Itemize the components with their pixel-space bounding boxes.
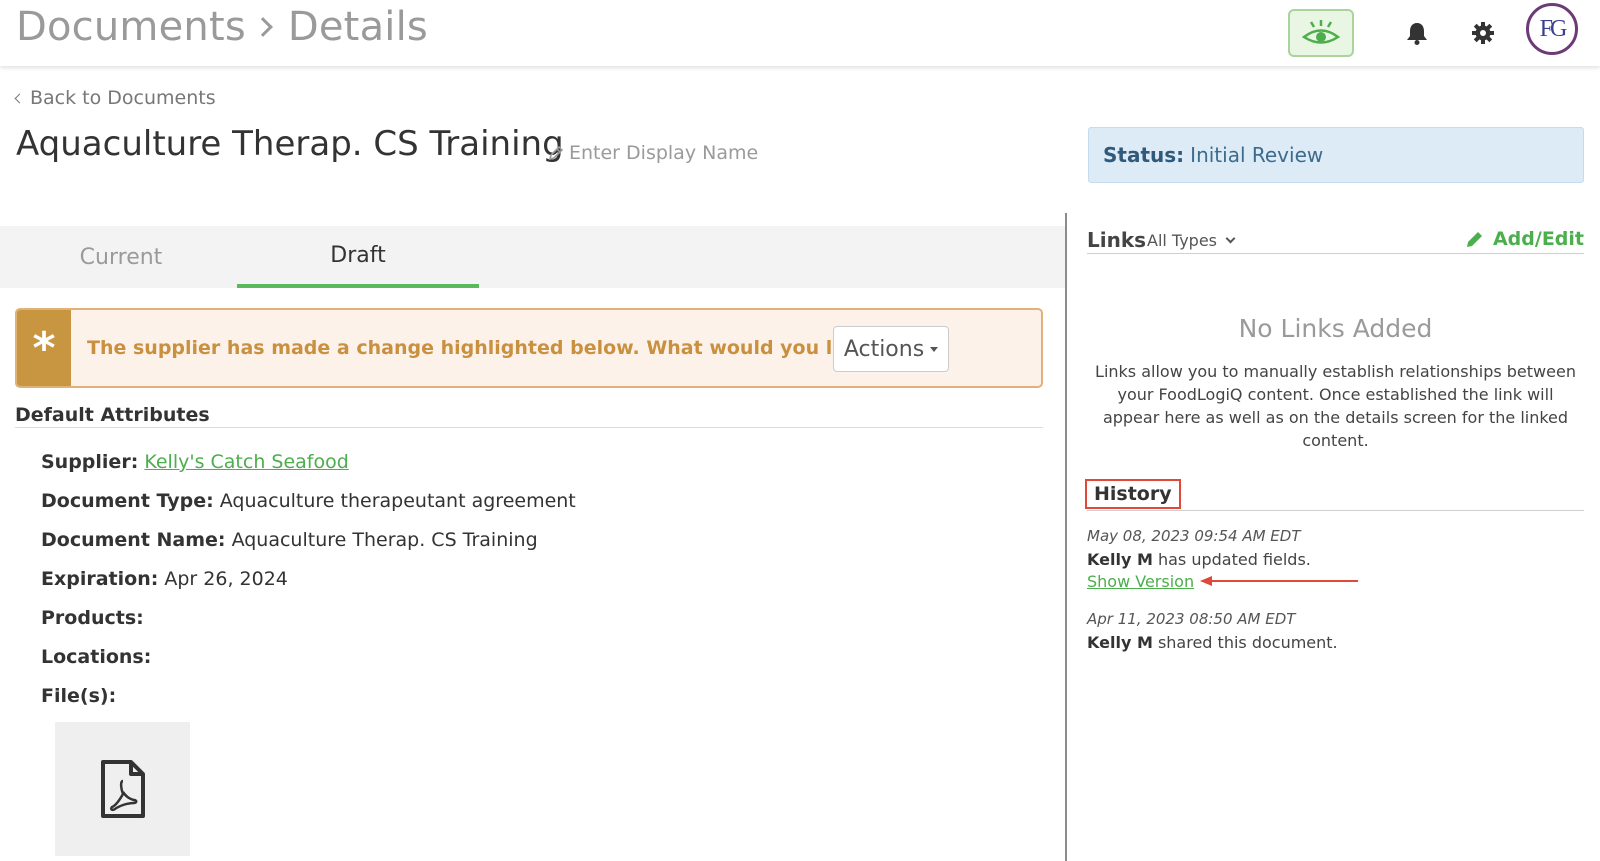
preview-eye-button[interactable] <box>1288 9 1354 57</box>
locations-row: Locations: <box>41 646 151 668</box>
back-to-documents-link[interactable]: Back to Documents <box>14 87 216 109</box>
add-edit-links-button[interactable]: Add/Edit <box>1465 228 1584 250</box>
add-edit-label: Add/Edit <box>1492 228 1584 250</box>
supplier-change-alert: * The supplier has made a change highlig… <box>15 308 1043 388</box>
status-value: Initial Review <box>1190 143 1324 167</box>
chevron-left-icon <box>14 93 25 103</box>
tab-draft[interactable]: Draft <box>237 226 479 288</box>
default-attributes-heading: Default Attributes <box>15 404 1043 428</box>
document-type-value: Aquaculture therapeutant agreement <box>219 490 576 512</box>
links-description: Links allow you to manually establish re… <box>1095 362 1576 450</box>
history-entry-text: Kelly M has updated fields. <box>1087 550 1311 569</box>
supplier-link[interactable]: Kelly's Catch Seafood <box>144 451 348 473</box>
document-name-value: Aquaculture Therap. CS Training <box>231 529 538 551</box>
breadcrumb-documents[interactable]: Documents <box>16 4 246 50</box>
products-row: Products: <box>41 607 144 629</box>
red-arrow-annotation <box>1200 576 1358 586</box>
page-title: Aquaculture Therap. CS Training <box>16 124 564 164</box>
history-entry-user: Kelly M <box>1087 550 1153 569</box>
bell-icon <box>1407 23 1427 45</box>
chevron-down-icon <box>1225 233 1236 244</box>
alert-message: The supplier has made a change highlight… <box>87 337 937 359</box>
history-entry-action: shared this document. <box>1157 633 1338 652</box>
back-label: Back to Documents <box>30 87 216 109</box>
links-type-filter[interactable]: All Types <box>1147 231 1236 250</box>
history-entry-date: May 08, 2023 09:54 AM EDT <box>1087 527 1301 545</box>
actions-label: Actions <box>843 336 925 362</box>
chevron-right-icon <box>252 17 273 37</box>
panel-divider <box>1065 213 1067 861</box>
history-entry-user: Kelly M <box>1087 633 1153 652</box>
show-version-link[interactable]: Show Version <box>1087 572 1194 591</box>
pencil-icon <box>1466 232 1482 247</box>
history-title: History <box>1085 479 1181 509</box>
breadcrumb: Documents Details <box>16 4 428 50</box>
expiration-value: Apr 26, 2024 <box>164 568 288 590</box>
history-entry-action: has updated fields. <box>1157 550 1311 569</box>
pdf-file-thumbnail[interactable] <box>55 722 190 856</box>
links-title: Links <box>1087 228 1147 252</box>
no-links-title: No Links Added <box>1238 314 1433 343</box>
asterisk-icon: * <box>17 310 71 386</box>
version-tabs: Current Draft <box>0 226 1066 288</box>
links-filter-value: All Types <box>1147 231 1218 250</box>
files-row: File(s): <box>41 685 116 707</box>
breadcrumb-details: Details <box>287 4 428 50</box>
document-name-row: Document Name: Aquaculture Therap. CS Tr… <box>41 529 538 551</box>
history-header: History <box>1085 479 1584 511</box>
document-type-row: Document Type: Aquaculture therapeutant … <box>41 490 576 512</box>
enter-display-name-button[interactable]: Enter Display Name <box>548 142 758 164</box>
settings-button[interactable] <box>1466 16 1500 50</box>
gear-icon <box>1472 22 1494 44</box>
status-badge: Status: Initial Review <box>1088 127 1584 183</box>
history-entry-text: Kelly M shared this document. <box>1087 633 1338 652</box>
notifications-button[interactable] <box>1400 16 1434 50</box>
pencil-icon <box>548 145 564 161</box>
top-header: Documents Details FG <box>0 0 1600 66</box>
status-label: Status: <box>1103 143 1185 167</box>
expiration-row: Expiration: Apr 26, 2024 <box>41 568 288 590</box>
document-name-label: Document Name: <box>41 529 226 551</box>
expiration-label: Expiration: <box>41 568 159 590</box>
products-label: Products: <box>41 607 144 629</box>
avatar[interactable]: FG <box>1526 3 1578 55</box>
eye-icon <box>1301 20 1341 44</box>
history-entry-date: Apr 11, 2023 08:50 AM EDT <box>1087 610 1296 628</box>
caret-down-icon <box>930 346 939 352</box>
links-header: Links All Types Add/Edit <box>1087 226 1584 254</box>
locations-label: Locations: <box>41 646 152 668</box>
tab-current[interactable]: Current <box>0 226 242 288</box>
files-label: File(s): <box>41 685 117 707</box>
document-type-label: Document Type: <box>41 490 214 512</box>
supplier-row: Supplier: Kelly's Catch Seafood <box>41 451 349 473</box>
supplier-label: Supplier: <box>41 451 139 473</box>
pdf-file-icon <box>100 760 145 818</box>
actions-dropdown-button[interactable]: Actions <box>833 326 949 372</box>
display-name-label: Enter Display Name <box>569 142 759 164</box>
